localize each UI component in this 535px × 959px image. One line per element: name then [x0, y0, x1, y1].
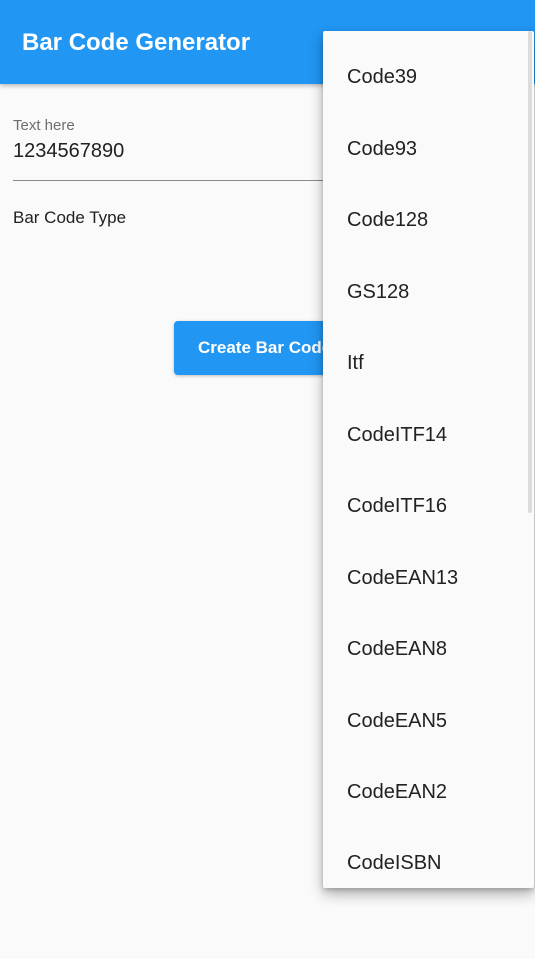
app-title: Bar Code Generator — [22, 29, 251, 56]
text-field-label: Text here — [13, 117, 75, 134]
dropdown-option-code93[interactable]: Code93 — [323, 114, 534, 185]
dropdown-option-codeean13[interactable]: CodeEAN13 — [323, 543, 534, 614]
dropdown-option-gs128[interactable]: GS128 — [323, 257, 534, 328]
barcode-type-dropdown-menu: Code39 Code93 Code128 GS128 Itf CodeITF1… — [323, 31, 534, 888]
dropdown-option-itf[interactable]: Itf — [323, 328, 534, 399]
dropdown-option-codeitf14[interactable]: CodeITF14 — [323, 400, 534, 471]
dropdown-option-codeean5[interactable]: CodeEAN5 — [323, 686, 534, 757]
dropdown-option-code39[interactable]: Code39 — [323, 42, 534, 113]
dropdown-option-codeisbn[interactable]: CodeISBN — [323, 828, 534, 888]
dropdown-option-codeean2[interactable]: CodeEAN2 — [323, 757, 534, 828]
dropdown-option-codeean8[interactable]: CodeEAN8 — [323, 614, 534, 685]
dropdown-option-codeitf16[interactable]: CodeITF16 — [323, 471, 534, 542]
dropdown-scrollbar[interactable] — [528, 31, 532, 513]
dropdown-option-code128[interactable]: Code128 — [323, 185, 534, 256]
barcode-type-label: Bar Code Type — [13, 208, 127, 227]
